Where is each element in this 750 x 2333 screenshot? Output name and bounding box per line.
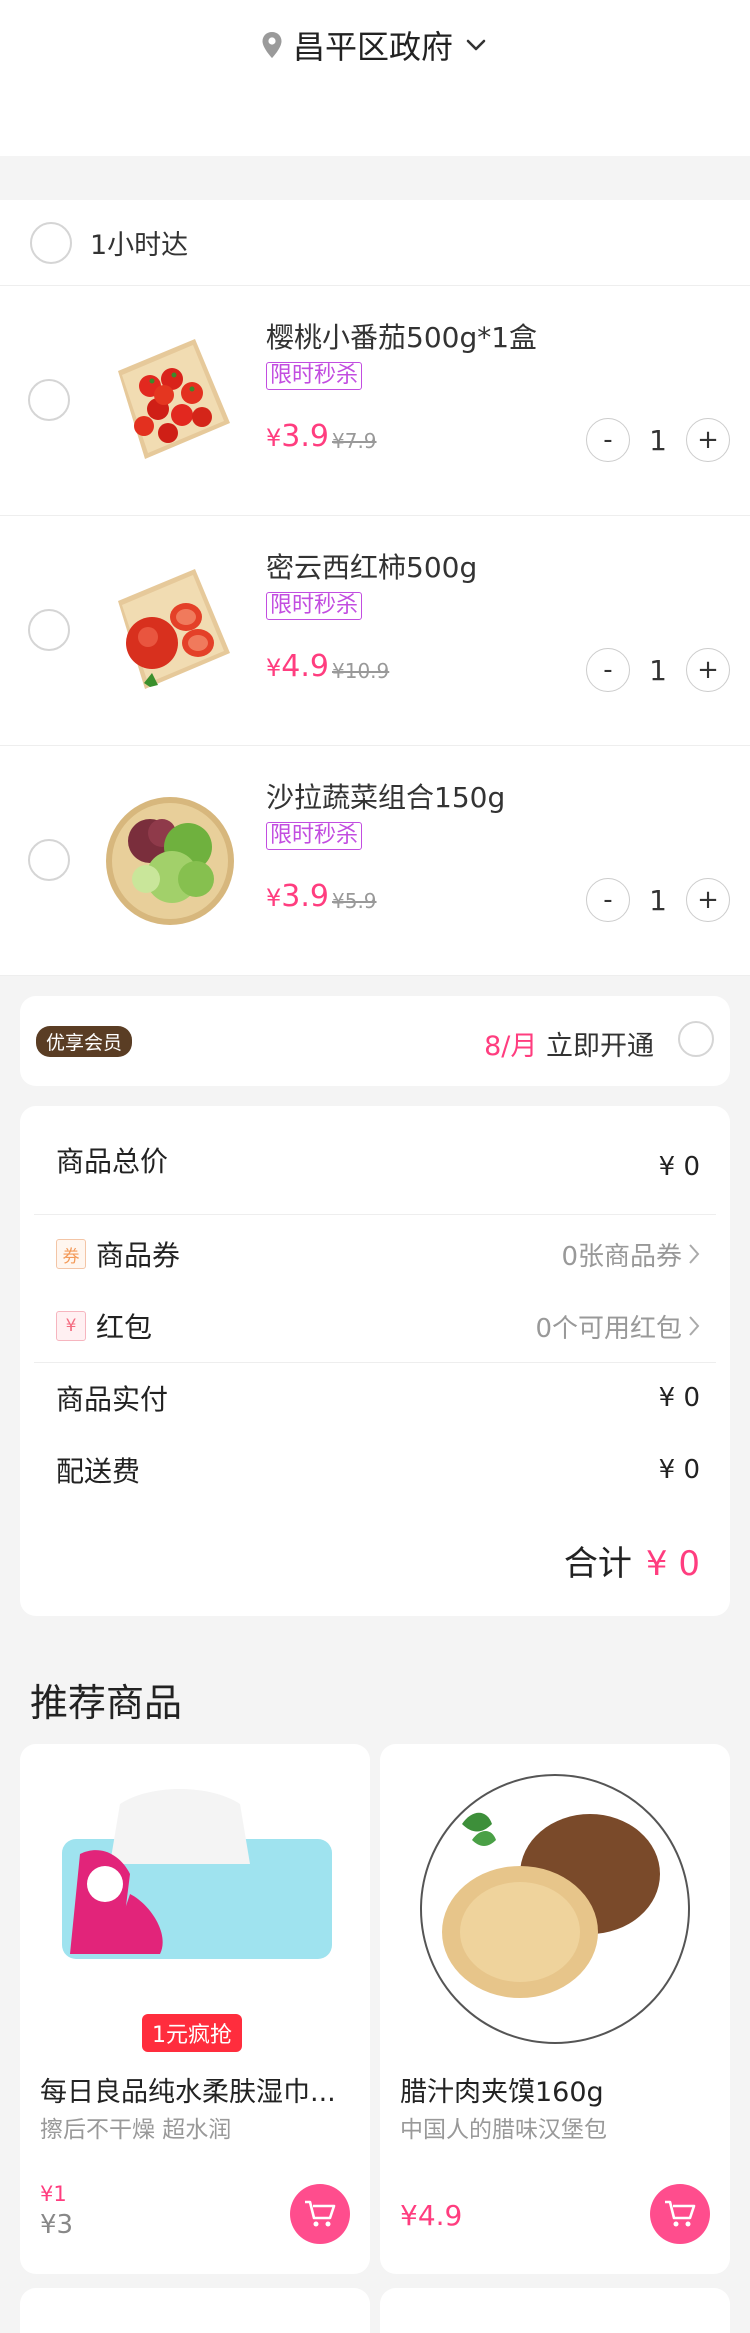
total-label: 合计 — [563, 1544, 632, 1584]
item-select-radio[interactable] — [28, 609, 70, 651]
product-desc: 中国人的腊味汉堡包 — [400, 2117, 607, 2143]
member-select-radio[interactable] — [678, 1021, 714, 1057]
cart-icon — [665, 2200, 696, 2227]
tomato-image — [118, 569, 230, 689]
delivery-fee-row: 配送费 ¥ 0 — [56, 1440, 700, 1500]
grand-total: 合计 ¥ 0 — [564, 1536, 700, 1585]
location-selector[interactable]: 昌平区政府 — [0, 22, 750, 68]
redpacket-value: 0个可用红包 — [535, 1308, 700, 1345]
cart-section: 1小时达 樱桃小番茄500g*1盒 限时秒杀 ¥3.9 ¥7.9 - 1 + 密… — [0, 200, 750, 976]
price-value: 3.9 — [281, 879, 329, 914]
coupon-label: 商品券 — [96, 1239, 181, 1272]
quantity-value: 1 — [649, 883, 667, 917]
member-price: 8/月 — [484, 1031, 538, 1062]
paid-value: ¥ 0 — [658, 1383, 700, 1413]
increase-button[interactable]: + — [686, 418, 730, 462]
location-label: 昌平区政府 — [292, 28, 453, 66]
original-price: ¥7.9 — [332, 429, 377, 453]
goods-total-row: 商品总价 ¥ 0 — [56, 1130, 700, 1190]
redpacket-label: 红包 — [96, 1311, 153, 1344]
increase-button[interactable]: + — [686, 878, 730, 922]
product-price: ¥3 — [40, 2210, 74, 2240]
item-price: ¥4.9 — [266, 649, 329, 684]
group-select-radio[interactable] — [30, 221, 72, 264]
quantity-stepper: - 1 + — [586, 648, 730, 692]
flash-sale-tag: 限时秒杀 — [266, 822, 363, 850]
member-offer: 8/月 立即开通 — [484, 1024, 654, 1063]
increase-button[interactable]: + — [686, 648, 730, 692]
goods-total-value: ¥ 0 — [658, 1152, 700, 1182]
item-name: 沙拉蔬菜组合150g — [266, 781, 506, 814]
chevron-right-icon — [689, 1244, 700, 1264]
cart-item: 密云西红柿500g 限时秒杀 ¥4.9 ¥10.9 - 1 + — [0, 516, 750, 746]
membership-banner[interactable]: 优享会员 8/月 立即开通 — [20, 996, 730, 1086]
item-name: 密云西红柿500g — [266, 551, 478, 584]
redpacket-icon: ¥ — [56, 1311, 86, 1341]
top-bar: 昌平区政府 — [0, 0, 750, 156]
recommend-title: 推荐商品 — [30, 1681, 183, 1725]
chevron-down-icon — [466, 39, 486, 51]
divider — [34, 1362, 716, 1363]
delivery-fee-value: ¥ 0 — [658, 1455, 700, 1485]
coupon-icon: 券 — [56, 1239, 86, 1269]
paid-label: 商品实付 — [56, 1383, 169, 1416]
promo-tag: 1元疯抢 — [142, 2014, 242, 2052]
coupon-count: 0张商品券 — [561, 1241, 682, 1272]
delivery-fee-label: 配送费 — [56, 1455, 141, 1488]
goods-total-label: 商品总价 — [56, 1145, 169, 1178]
product-price: ¥4.9 — [400, 2199, 463, 2232]
price-value: 3.9 — [281, 419, 329, 454]
cherry-tomato-image — [118, 339, 230, 459]
cart-item: 沙拉蔬菜组合150g 限时秒杀 ¥3.9 ¥5.9 - 1 + — [0, 746, 750, 976]
decrease-button[interactable]: - — [586, 418, 630, 462]
paid-row: 商品实付 ¥ 0 — [56, 1368, 700, 1428]
redpacket-row[interactable]: ¥ 红包 0个可用红包 — [56, 1296, 700, 1356]
quantity-stepper: - 1 + — [586, 418, 730, 462]
item-name: 樱桃小番茄500g*1盒 — [266, 321, 538, 354]
product-name: 腊汁肉夹馍160g — [400, 2077, 604, 2108]
member-badge: 优享会员 — [36, 1026, 133, 1057]
redpacket-count: 0个可用红包 — [535, 1313, 682, 1344]
item-price: ¥3.9 — [266, 419, 329, 454]
currency-symbol: ¥ — [266, 884, 282, 912]
cart-item: 樱桃小番茄500g*1盒 限时秒杀 ¥3.9 ¥7.9 - 1 + — [0, 286, 750, 516]
product-card[interactable] — [20, 2288, 370, 2333]
roujiamo-image — [420, 1774, 690, 2044]
add-to-cart-button[interactable] — [290, 2184, 350, 2244]
cart-icon — [305, 2200, 336, 2227]
decrease-button[interactable]: - — [586, 648, 630, 692]
product-card[interactable] — [380, 2288, 730, 2333]
product-name: 每日良品纯水柔肤湿巾... — [40, 2077, 336, 2108]
product-card[interactable]: 1元疯抢 每日良品纯水柔肤湿巾... 擦后不干燥 超水润 ¥1 ¥3 — [20, 1744, 370, 2274]
product-card[interactable]: 腊汁肉夹馍160g 中国人的腊味汉堡包 ¥4.9 — [380, 1744, 730, 2274]
delivery-group-header: 1小时达 — [0, 200, 750, 286]
original-price: ¥5.9 — [332, 889, 377, 913]
item-select-radio[interactable] — [28, 379, 70, 421]
coupon-value: 0张商品券 — [561, 1236, 700, 1273]
chevron-right-icon — [689, 1316, 700, 1336]
promo-price: ¥1 — [40, 2182, 67, 2206]
group-label: 1小时达 — [90, 230, 189, 261]
item-price: ¥3.9 — [266, 879, 329, 914]
quantity-value: 1 — [649, 423, 667, 457]
total-value: ¥ 0 — [645, 1544, 700, 1584]
order-summary: 商品总价 ¥ 0 券 商品券 0张商品券 ¥ 红包 0个可用红包 商品实付 ¥ … — [20, 1106, 730, 1616]
quantity-value: 1 — [649, 653, 667, 687]
decrease-button[interactable]: - — [586, 878, 630, 922]
coupon-row[interactable]: 券 商品券 0张商品券 — [56, 1224, 700, 1284]
currency-symbol: ¥ — [266, 654, 282, 682]
product-desc: 擦后不干燥 超水润 — [40, 2117, 232, 2143]
salad-image — [106, 797, 234, 925]
flash-sale-tag: 限时秒杀 — [266, 362, 363, 390]
divider — [34, 1214, 716, 1215]
quantity-stepper: - 1 + — [586, 878, 730, 922]
price-value: 4.9 — [281, 649, 329, 684]
flash-sale-tag: 限时秒杀 — [266, 592, 363, 620]
currency-symbol: ¥ — [266, 424, 282, 452]
location-pin-icon — [262, 32, 282, 58]
original-price: ¥10.9 — [332, 659, 390, 683]
member-action: 立即开通 — [546, 1031, 654, 1062]
item-select-radio[interactable] — [28, 839, 70, 881]
add-to-cart-button[interactable] — [650, 2184, 710, 2244]
